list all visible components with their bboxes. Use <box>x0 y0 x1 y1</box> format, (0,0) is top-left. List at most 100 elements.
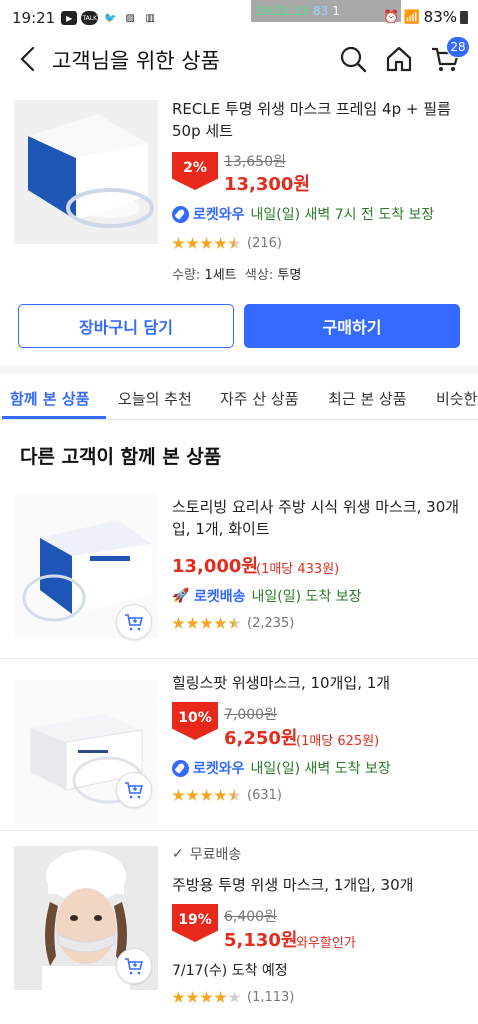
tab-today-recommend[interactable]: 오늘의 추천 <box>118 388 192 409</box>
kakaotalk-icon: TALK <box>81 11 99 25</box>
discount-badge: 19% <box>172 904 218 942</box>
battery-icon <box>460 10 468 24</box>
add-to-cart-button[interactable]: 장바구니 담기 <box>18 304 234 348</box>
active-tab-indicator <box>2 416 106 419</box>
star-icon <box>172 237 185 249</box>
selected-product: RECLE 투명 위생 마스크 프레임 4p + 필름 50p 세트 2% 13… <box>0 98 478 298</box>
rocket-label: 로켓와우 <box>193 207 245 223</box>
check-icon: ✓ <box>172 846 184 862</box>
cart-count-badge: 28 <box>446 36 470 58</box>
review-count: (631) <box>247 788 282 803</box>
star-icon <box>214 991 227 1003</box>
original-price: 7,000원 <box>224 707 277 723</box>
half-star-icon <box>228 237 241 249</box>
battery-text: 83% <box>423 8 457 26</box>
rating: (2,235) <box>172 616 294 631</box>
rating: (216) <box>172 236 282 251</box>
tab-viewed-together[interactable]: 함께 본 상품 <box>10 388 89 409</box>
item-title[interactable]: 스토리빙 요리사 주방 시식 위생 마스크, 30개입, 1개, 화이트 <box>172 496 462 540</box>
overlay-time: 19:21:13 <box>255 4 309 18</box>
page-title: 고객님을 위한 상품 <box>52 49 220 73</box>
tab-frequently-bought[interactable]: 자주 산 상품 <box>220 388 299 409</box>
rating: (631) <box>172 788 282 803</box>
original-price: 13,650원 <box>224 154 286 170</box>
back-arrow-icon[interactable] <box>16 44 40 74</box>
unit-price: (1매당 625원) <box>296 734 380 749</box>
star-icon <box>172 991 185 1003</box>
original-price: 6,400원 <box>224 909 277 925</box>
rocket-icon: 🚀 <box>172 588 190 604</box>
item-price: 13,000원 <box>172 556 259 577</box>
section-divider <box>0 366 478 374</box>
color-value: 투명 <box>277 268 302 283</box>
color-label: 색상: <box>244 268 274 283</box>
cart-plus-icon <box>125 782 144 799</box>
star-icon <box>200 789 213 801</box>
review-count: (216) <box>247 236 282 251</box>
item-price: 5,130원 <box>224 930 298 951</box>
divider <box>0 830 478 831</box>
tab-recently-viewed[interactable]: 최근 본 상품 <box>328 388 407 409</box>
add-to-cart-icon-button[interactable] <box>116 604 152 640</box>
delivery-row: 로켓와우 내일(일) 새벽 7시 전 도착 보장 <box>172 204 434 224</box>
rocket-label: 로켓와우 <box>193 761 245 777</box>
rating: (1,113) <box>172 990 294 1005</box>
recommendation-tabs: 함께 본 상품 오늘의 추천 자주 산 상품 최근 본 상품 비슷한 <box>0 374 478 420</box>
delivery-text: 내일(일) 새벽 도착 보장 <box>250 761 391 777</box>
alarm-icon: ⏰ <box>383 9 400 25</box>
status-time: 19:21 <box>12 9 56 27</box>
search-icon[interactable] <box>338 44 368 74</box>
option-summary: 수량: 1세트 색상: 투명 <box>172 264 301 283</box>
product-thumbnail[interactable] <box>14 100 158 244</box>
star-icon <box>186 237 199 249</box>
chart-icon: ▥ <box>145 12 155 24</box>
cart-plus-icon <box>125 958 144 975</box>
discount-badge: 2% <box>172 152 218 190</box>
sale-price: 13,300원 <box>224 174 311 195</box>
app-header: 고객님을 위한 상품 <box>0 36 478 82</box>
star-icon <box>186 789 199 801</box>
rocket-label: 로켓배송 <box>194 589 246 605</box>
product-title[interactable]: RECLE 투명 위생 마스크 프레임 4p + 필름 50p 세트 <box>172 98 472 142</box>
free-shipping-label: ✓ 무료배송 <box>172 844 241 864</box>
qty-label: 수량: <box>172 268 201 283</box>
list-item[interactable]: ✓ 무료배송 주방용 투명 위생 마스크, 1개입, 30개 19% 6,400… <box>0 840 478 1024</box>
item-price: 6,250원 <box>224 728 298 749</box>
star-icon <box>214 617 227 629</box>
item-title[interactable]: 힐링스팟 위생마스크, 10개입, 1개 <box>172 672 462 694</box>
half-star-icon <box>228 617 241 629</box>
home-icon[interactable] <box>384 44 414 74</box>
tab-similar[interactable]: 비슷한 <box>436 388 477 409</box>
overlay-num1: 83 <box>312 4 329 18</box>
add-to-cart-icon-button[interactable] <box>116 948 152 984</box>
discount-badge: 10% <box>172 702 218 740</box>
free-shipping-text: 무료배송 <box>189 847 242 863</box>
divider <box>0 658 478 659</box>
status-overlay: 19:21:13 83 1 <box>251 0 401 22</box>
review-count: (2,235) <box>247 616 295 631</box>
star-icon <box>200 617 213 629</box>
delivery-text: 내일(일) 새벽 7시 전 도착 보장 <box>250 207 435 223</box>
add-to-cart-icon-button[interactable] <box>116 772 152 808</box>
overlay-num2: 1 <box>332 4 340 18</box>
bird-icon: 🐦 <box>104 12 117 24</box>
empty-star-icon <box>228 991 241 1003</box>
list-item[interactable]: 힐링스팟 위생마스크, 10개입, 1개 10% 7,000원 6,250원 (… <box>0 668 478 830</box>
mask-box-image <box>14 100 158 244</box>
half-star-icon <box>228 789 241 801</box>
star-icon <box>200 991 213 1003</box>
cart-plus-icon <box>125 614 144 631</box>
star-icon <box>214 789 227 801</box>
delivery-row: 🚀 로켓배송 내일(일) 도착 보장 <box>172 586 362 606</box>
star-icon <box>172 617 185 629</box>
list-item[interactable]: 스토리빙 요리사 주방 시식 위생 마스크, 30개입, 1개, 화이트 13,… <box>0 492 478 658</box>
item-title[interactable]: 주방용 투명 위생 마스크, 1개입, 30개 <box>172 874 462 896</box>
gallery-icon: ▨ <box>125 12 135 24</box>
delivery-row: 로켓와우 내일(일) 새벽 도착 보장 <box>172 758 391 778</box>
section-title: 다른 고객이 함께 본 상품 <box>20 446 222 468</box>
star-icon <box>186 991 199 1003</box>
star-icon <box>186 617 199 629</box>
youtube-icon: ▶ <box>61 11 78 25</box>
buy-now-button[interactable]: 구매하기 <box>244 304 460 348</box>
wifi-icon: 📶 <box>403 9 420 25</box>
